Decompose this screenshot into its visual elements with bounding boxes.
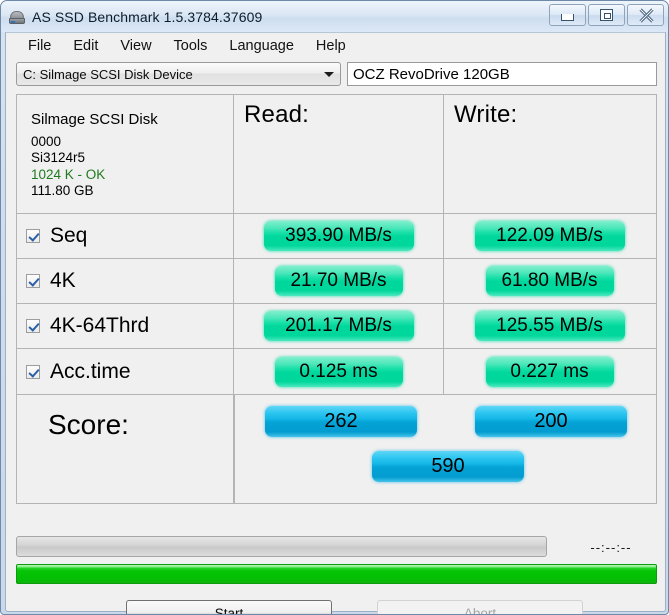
start-button[interactable]: Start	[126, 600, 332, 614]
menu-item-view[interactable]: View	[109, 35, 162, 58]
abort-button: Abort	[377, 600, 583, 614]
drive-info-panel: Silmage SCSI Disk 0000 Si3124r5 1024 K -…	[17, 95, 234, 213]
score-values-area: 262 200 590	[234, 395, 656, 503]
read-value-cell-seq: 393.90 MB/s	[234, 214, 444, 258]
score-read: 262	[265, 406, 417, 437]
score-divider	[234, 395, 235, 503]
maximize-button[interactable]	[588, 4, 625, 26]
test-label-cell-4k: 4K	[17, 259, 234, 303]
score-row: Score: 262 200 590	[17, 395, 656, 503]
test-checkbox-seq[interactable]	[26, 229, 40, 243]
test-checkbox-acctime[interactable]	[26, 364, 40, 379]
drive-info-firmware: 0000	[31, 133, 62, 149]
menu-bar: File Edit View Tools Language Help	[6, 33, 665, 60]
test-name-acctime: Acc.time	[50, 359, 131, 383]
write-value-cell-seq: 122.09 MB/s	[444, 214, 655, 258]
test-checkbox-4k64thrd[interactable]	[26, 319, 40, 333]
write-result-seq: 122.09 MB/s	[474, 221, 625, 251]
write-result-4k: 61.80 MB/s	[485, 266, 614, 296]
menu-item-language[interactable]: Language	[218, 35, 305, 58]
test-name-seq: Seq	[50, 224, 88, 247]
write-column-header: Write:	[454, 101, 518, 128]
table-row: 4K 21.70 MB/s 61.80 MB/s	[17, 259, 656, 304]
write-column-header-cell: Write:	[444, 95, 655, 213]
client-area: File Edit View Tools Language Help C: Si…	[5, 32, 666, 614]
read-result-4k: 21.70 MB/s	[274, 266, 403, 296]
window-controls	[549, 4, 664, 26]
menu-item-help[interactable]: Help	[305, 35, 357, 58]
close-icon	[638, 7, 654, 23]
score-label-cell: Score:	[17, 395, 234, 503]
read-column-header-cell: Read:	[234, 95, 444, 213]
menu-item-tools[interactable]: Tools	[163, 35, 219, 58]
test-label-cell-acctime: Acc.time	[17, 349, 234, 394]
read-value-cell-4k64thrd: 201.17 MB/s	[234, 304, 444, 348]
test-checkbox-4k[interactable]	[26, 274, 40, 288]
read-result-acctime: 0.125 ms	[274, 356, 403, 387]
table-row: Seq 393.90 MB/s 122.09 MB/s	[17, 214, 656, 259]
grid-header-row: Silmage SCSI Disk 0000 Si3124r5 1024 K -…	[17, 95, 656, 214]
read-column-header: Read:	[244, 101, 310, 128]
drive-info-controller: Si3124r5	[31, 150, 86, 165]
chevron-down-icon[interactable]	[318, 72, 340, 77]
window-title: AS SSD Benchmark 1.5.3784.37609	[32, 8, 263, 25]
close-button[interactable]	[627, 4, 664, 26]
score-write: 200	[475, 406, 627, 437]
drive-info-alignment: 1024 K - OK	[31, 166, 106, 182]
score-label: Score:	[48, 409, 129, 440]
test-label-cell-seq: Seq	[17, 214, 234, 258]
drive-info-capacity: 111.80 GB	[31, 183, 94, 198]
test-label-cell-4k64thrd: 4K-64Thrd	[17, 304, 234, 348]
score-total: 590	[372, 451, 524, 482]
progress-bar	[16, 536, 547, 557]
drive-model-value: OCZ RevoDrive 120GB	[353, 65, 510, 83]
table-row: 4K-64Thrd 201.17 MB/s 125.55 MB/s	[17, 304, 656, 349]
ssd-drive-icon	[8, 8, 26, 26]
write-result-acctime: 0.227 ms	[485, 356, 614, 387]
menu-item-edit[interactable]: Edit	[62, 35, 109, 58]
drive-info-name: Silmage SCSI Disk	[31, 110, 158, 128]
results-grid: Silmage SCSI Disk 0000 Si3124r5 1024 K -…	[16, 94, 657, 504]
drive-model-field[interactable]: OCZ RevoDrive 120GB	[347, 62, 657, 86]
minimize-icon	[561, 14, 574, 21]
read-result-4k64thrd: 201.17 MB/s	[263, 311, 414, 341]
read-result-seq: 393.90 MB/s	[263, 221, 414, 251]
write-result-4k64thrd: 125.55 MB/s	[474, 311, 625, 341]
minimize-button[interactable]	[549, 4, 586, 26]
write-value-cell-4k: 61.80 MB/s	[444, 259, 655, 303]
maximize-icon	[600, 9, 613, 21]
title-bar: AS SSD Benchmark 1.5.3784.37609	[1, 1, 668, 32]
as-ssd-benchmark-window: AS SSD Benchmark 1.5.3784.37609 File Edi…	[0, 0, 669, 615]
read-value-cell-4k: 21.70 MB/s	[234, 259, 444, 303]
drive-select-combobox[interactable]: C: Silmage SCSI Disk Device	[16, 62, 341, 86]
test-name-4k: 4K	[50, 269, 76, 292]
write-value-cell-4k64thrd: 125.55 MB/s	[444, 304, 655, 348]
table-row: Acc.time 0.125 ms 0.227 ms	[17, 349, 656, 395]
elapsed-timer: --:--:--	[590, 540, 632, 555]
write-value-cell-acctime: 0.227 ms	[444, 349, 655, 394]
activity-bar	[16, 564, 657, 584]
read-value-cell-acctime: 0.125 ms	[234, 349, 444, 394]
test-name-4k64thrd: 4K-64Thrd	[50, 314, 150, 337]
drive-select-value: C: Silmage SCSI Disk Device	[23, 66, 193, 82]
menu-item-file[interactable]: File	[17, 35, 62, 58]
